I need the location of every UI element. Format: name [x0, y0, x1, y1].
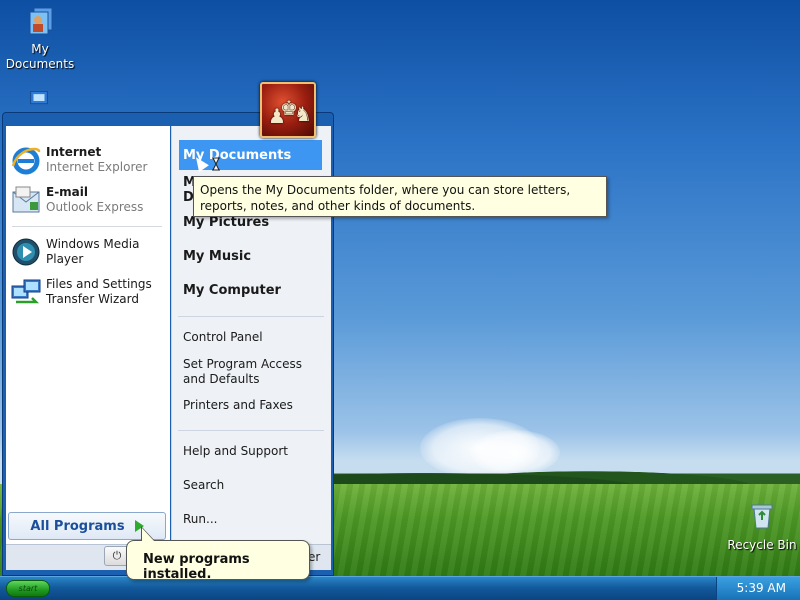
desktop-icon-recycle-bin[interactable]: Recycle Bin [722, 500, 800, 553]
place-my-pictures[interactable]: My Pictures [183, 215, 269, 230]
pinned-item-subtitle: Outlook Express [46, 200, 144, 214]
windows-media-player-icon [12, 238, 40, 266]
desktop-icon-label: My Documents [5, 42, 75, 71]
separator [178, 316, 324, 317]
desktop-icon-label: Recycle Bin [727, 538, 797, 552]
menu-item-run[interactable]: Run... [183, 512, 323, 527]
menu-item-control-panel[interactable]: Control Panel [183, 330, 323, 345]
user-picture[interactable]: ♟ ♚ ♞ [260, 82, 316, 138]
hourglass-icon [212, 157, 220, 171]
start-button[interactable]: start [6, 580, 50, 597]
all-programs-label: All Programs [30, 518, 125, 534]
outlook-express-icon [12, 186, 40, 213]
place-my-computer[interactable]: My Computer [183, 283, 281, 298]
taskbar: start 5:39 AM [0, 576, 800, 600]
recent-item-label: Windows Media Player [46, 237, 140, 266]
balloon-tail [142, 528, 154, 541]
recent-item-label: Files and Settings Transfer Wizard [46, 277, 152, 306]
clock[interactable]: 5:39 AM [737, 581, 786, 595]
notification-area: 5:39 AM [716, 577, 800, 600]
place-my-music[interactable]: My Music [183, 249, 251, 264]
menu-item-search[interactable]: Search [183, 478, 323, 493]
desktop-icon-my-documents[interactable]: My Documents [0, 4, 80, 72]
notification-balloon[interactable]: New programs installed. [126, 540, 310, 582]
recent-item-media-player[interactable]: Windows Media Player [6, 234, 166, 274]
tooltip: Opens the My Documents folder, where you… [193, 176, 607, 217]
internet-explorer-icon [11, 147, 41, 175]
transfer-wizard-icon [11, 279, 41, 304]
pinned-item-internet[interactable]: Internet Internet Explorer [6, 142, 166, 182]
chess-knight-icon: ♞ [294, 102, 312, 126]
pinned-item-email[interactable]: E-mail Outlook Express [6, 182, 166, 222]
menu-item-set-program-access[interactable]: Set Program Access and Defaults [183, 357, 323, 387]
pinned-item-subtitle: Internet Explorer [46, 160, 148, 174]
menu-item-help-support[interactable]: Help and Support [183, 444, 323, 459]
my-documents-icon [29, 7, 53, 35]
menu-item-printers-faxes[interactable]: Printers and Faxes [183, 398, 323, 413]
computer-icon [30, 91, 48, 105]
recycle-bin-icon [751, 504, 773, 529]
separator [178, 430, 324, 431]
separator [12, 226, 162, 227]
pinned-item-title: E-mail [46, 185, 89, 199]
recent-item-transfer-wizard[interactable]: Files and Settings Transfer Wizard [6, 274, 166, 314]
pinned-item-title: Internet [46, 145, 102, 159]
